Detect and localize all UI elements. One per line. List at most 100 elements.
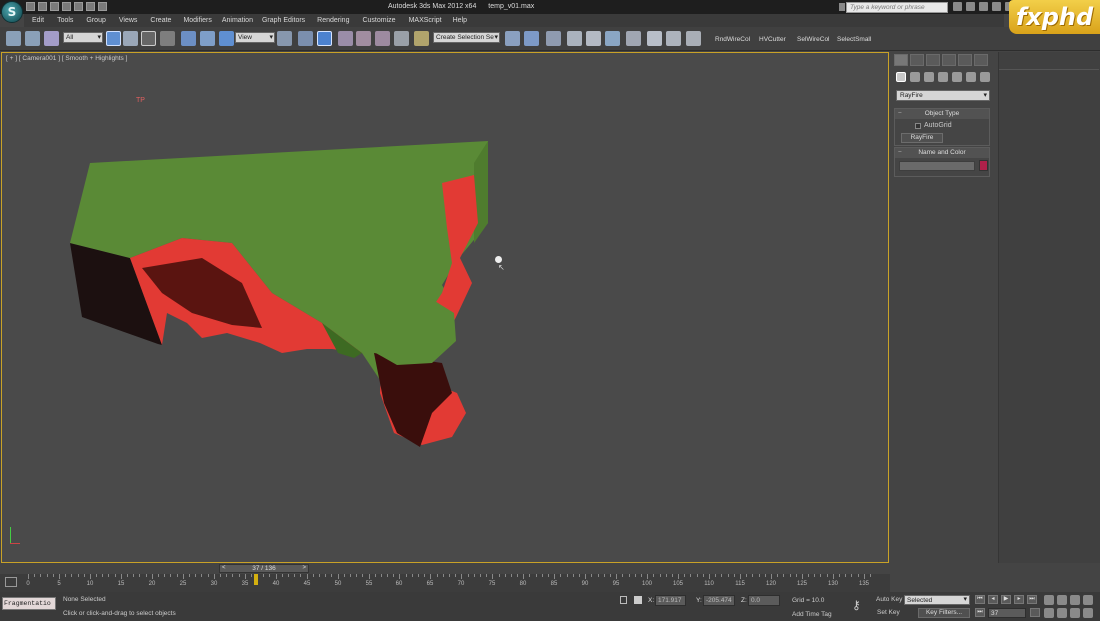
unlink-icon[interactable]	[25, 31, 40, 46]
time-slider[interactable]: < 37 / 136 >	[219, 564, 309, 573]
menu-group[interactable]: Group	[86, 14, 105, 27]
bind-space-warp-icon[interactable]	[44, 31, 59, 46]
app-logo-button[interactable]: S	[1, 1, 23, 23]
set-keys-key-icon[interactable]: ⚷	[852, 598, 861, 612]
menu-help[interactable]: Help	[453, 14, 467, 27]
previous-frame-icon[interactable]: ◂	[988, 595, 998, 604]
binoculars-icon[interactable]	[953, 2, 962, 11]
menu-create[interactable]: Create	[150, 14, 171, 27]
go-to-start-icon[interactable]: ⏮	[975, 595, 985, 604]
render-production-icon[interactable]	[686, 31, 701, 46]
time-configuration-icon[interactable]	[1030, 608, 1040, 617]
align-icon[interactable]	[524, 31, 539, 46]
object-name-field[interactable]	[899, 161, 975, 171]
menu-rendering[interactable]: Rendering	[317, 14, 349, 27]
field-of-view-icon[interactable]	[1044, 608, 1054, 618]
next-frame-arrow-icon[interactable]: >	[302, 565, 306, 572]
script-button-selwirecol[interactable]: SelWireCol	[797, 36, 830, 43]
x-coordinate-field[interactable]: 171.917	[655, 595, 686, 606]
search-expand-icon[interactable]	[839, 3, 845, 11]
new-file-icon[interactable]	[26, 2, 35, 11]
set-key-button[interactable]: Set Key	[877, 609, 900, 616]
helpers-icon[interactable]	[952, 72, 962, 82]
menu-edit[interactable]: Edit	[32, 14, 44, 27]
maxscript-listener-field[interactable]: Fragmentatio	[2, 597, 56, 610]
orbit-icon[interactable]	[1070, 608, 1080, 618]
add-time-tag-button[interactable]: Add Time Tag	[792, 611, 832, 618]
keyboard-shortcut-override-icon[interactable]	[317, 31, 332, 46]
pivot-center-icon[interactable]	[277, 31, 292, 46]
dolly-icon[interactable]	[1070, 595, 1080, 605]
z-coordinate-field[interactable]: 0.0	[748, 595, 780, 606]
layer-manager-icon[interactable]	[546, 31, 561, 46]
zoom-icon[interactable]	[1044, 595, 1054, 605]
menu-views[interactable]: Views	[119, 14, 138, 27]
maximize-viewport-icon[interactable]	[1083, 608, 1093, 618]
select-object-icon[interactable]	[106, 31, 121, 46]
zoom-all-icon[interactable]	[1057, 595, 1067, 605]
script-button-selectsmall[interactable]: SelectSmall	[837, 36, 871, 43]
y-coordinate-field[interactable]: -205.474	[703, 595, 735, 606]
tab-display-icon[interactable]	[958, 54, 972, 66]
camera-viewport[interactable]: [ + ] [ Camera001 ] [ Smooth + Highlight…	[1, 52, 889, 563]
keyword-search-input[interactable]: Type a keyword or phrase	[846, 2, 948, 13]
cameras-icon[interactable]	[938, 72, 948, 82]
link-icon[interactable]	[6, 31, 21, 46]
orbit-camera-icon[interactable]	[1083, 595, 1093, 605]
tab-hierarchy-icon[interactable]	[926, 54, 940, 66]
tab-create-icon[interactable]	[894, 54, 908, 66]
percent-snap-icon[interactable]	[375, 31, 390, 46]
rectangle-selection-icon[interactable]	[141, 31, 156, 46]
current-frame-field[interactable]: 37	[988, 608, 1026, 618]
menu-customize[interactable]: Customize	[362, 14, 395, 27]
graphite-toggle-icon[interactable]	[567, 31, 582, 46]
selection-filter-dropdown[interactable]: All	[63, 32, 103, 43]
rayfire-object-button[interactable]: RayFire	[901, 133, 943, 143]
geometry-icon[interactable]	[896, 72, 906, 82]
snaps-toggle-icon[interactable]	[338, 31, 353, 46]
edit-named-selection-icon[interactable]	[414, 31, 429, 46]
absolute-mode-icon[interactable]	[634, 596, 642, 604]
open-mini-curve-editor-icon[interactable]	[5, 577, 17, 587]
menu-graph-editors[interactable]: Graph Editors	[262, 14, 305, 27]
go-to-end-icon[interactable]: ⏭	[1027, 595, 1037, 604]
prev-frame-arrow-icon[interactable]: <	[222, 565, 226, 572]
space-warps-icon[interactable]	[966, 72, 976, 82]
reference-coordinate-dropdown[interactable]: View	[235, 32, 275, 43]
fractured-object-scene[interactable]	[2, 53, 890, 564]
schematic-view-icon[interactable]	[605, 31, 620, 46]
menu-maxscript[interactable]: MAXScript	[409, 14, 442, 27]
object-category-dropdown[interactable]: RayFire	[896, 90, 990, 101]
selection-lock-icon[interactable]	[620, 596, 627, 604]
curve-editor-icon[interactable]	[586, 31, 601, 46]
customize-toolbar-icon[interactable]	[98, 2, 107, 11]
key-mode-toggle-icon[interactable]: ⏭	[975, 608, 985, 617]
lights-icon[interactable]	[924, 72, 934, 82]
menu-tools[interactable]: Tools	[57, 14, 73, 27]
mirror-icon[interactable]	[505, 31, 520, 46]
select-by-name-icon[interactable]	[123, 31, 138, 46]
project-folder-icon[interactable]	[86, 2, 95, 11]
angle-snap-icon[interactable]	[356, 31, 371, 46]
open-file-icon[interactable]	[38, 2, 47, 11]
key-filters-button[interactable]: Key Filters...	[918, 608, 970, 618]
tab-motion-icon[interactable]	[942, 54, 956, 66]
frame-ruler[interactable]: 0 5 10 15 20 25 30 35 40 45 50 55 60 65 70 75 80 85 90 95 10…	[26, 574, 871, 592]
favorites-star-icon[interactable]	[992, 2, 1001, 11]
redo-icon[interactable]	[74, 2, 83, 11]
shapes-icon[interactable]	[910, 72, 920, 82]
spinner-snap-icon[interactable]	[394, 31, 409, 46]
name-and-color-rollout-header[interactable]: Name and Color	[895, 148, 989, 158]
window-crossing-icon[interactable]	[160, 31, 175, 46]
object-color-swatch[interactable]	[979, 160, 988, 171]
menu-animation[interactable]: Animation	[222, 14, 253, 27]
next-frame-icon[interactable]: ▸	[1014, 595, 1024, 604]
subscription-icon[interactable]	[966, 2, 975, 11]
track-bar[interactable]: 0 5 10 15 20 25 30 35 40 45 50 55 60 65 70 75 80 85 90 95 10…	[0, 574, 890, 592]
render-setup-icon[interactable]	[647, 31, 662, 46]
undo-icon[interactable]	[62, 2, 71, 11]
tab-modify-icon[interactable]	[910, 54, 924, 66]
autogrid-checkbox[interactable]	[915, 122, 921, 129]
auto-key-button[interactable]: Auto Key	[876, 596, 902, 603]
tab-utilities-icon[interactable]	[974, 54, 988, 66]
